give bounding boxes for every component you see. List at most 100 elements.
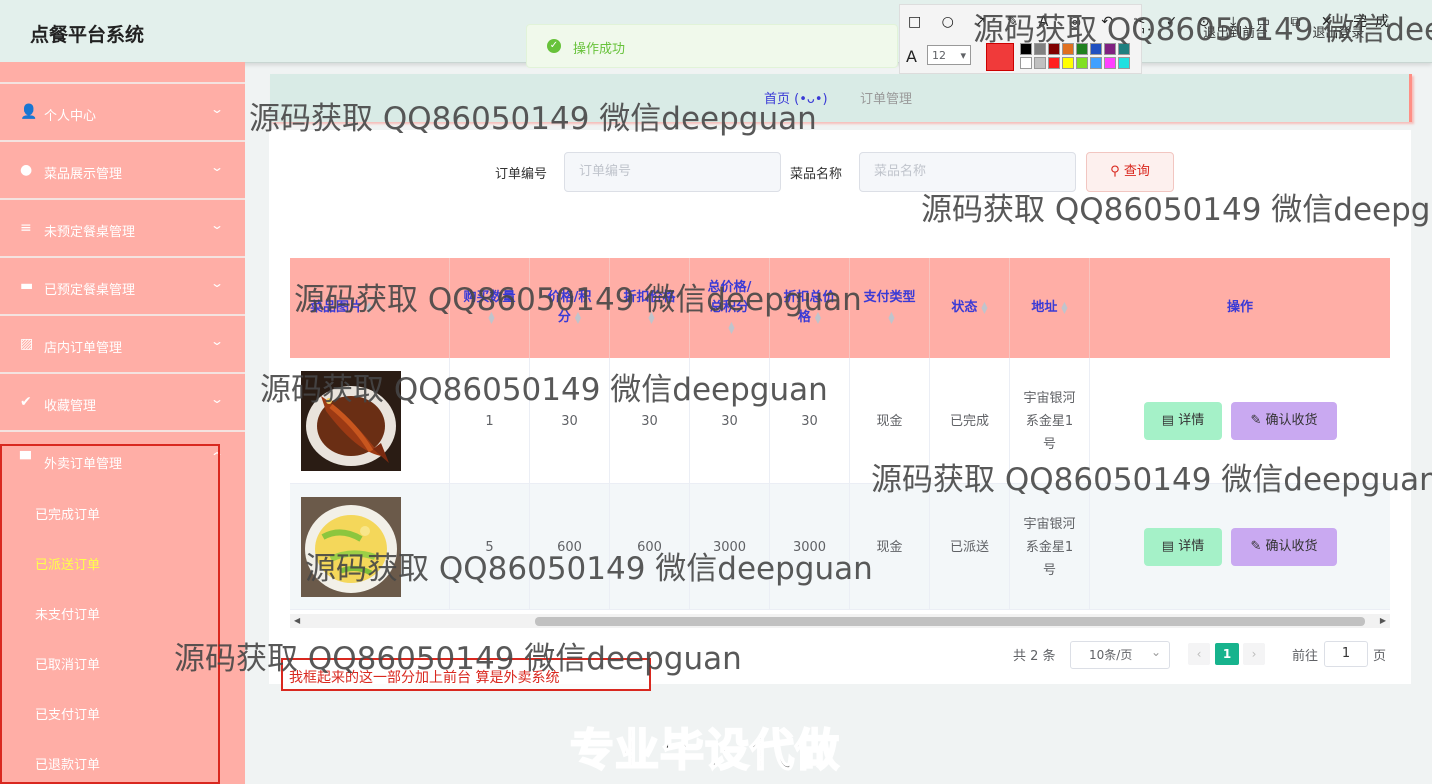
document-icon: ▤: [1161, 413, 1179, 428]
next-page-icon[interactable]: ›: [1243, 643, 1265, 665]
sort-icon: ▲ ▼: [488, 309, 495, 325]
edit-icon: ✎: [1250, 539, 1266, 554]
header-price[interactable]: 价格/积分 ▲ ▼: [530, 258, 610, 358]
dish-name-label: 菜品名称: [790, 167, 843, 182]
order-no-input[interactable]: 订单编号: [564, 152, 781, 192]
color-swatch[interactable]: [1104, 57, 1116, 69]
chevron-down-icon: ⌄: [209, 334, 225, 348]
header-quantity[interactable]: 购买数量 ▲ ▼: [450, 258, 530, 358]
status-cell: 已派送: [930, 484, 1010, 610]
sidebar-item-label: 菜品展示管理: [44, 167, 123, 182]
clipboard-check-icon: ✔: [20, 394, 32, 410]
order-no-label: 订单编号: [495, 167, 548, 182]
sidebar-item-label: 未预定餐桌管理: [44, 225, 136, 240]
edit-icon: ✎: [1250, 413, 1266, 428]
header-actions: 操作: [1226, 300, 1253, 315]
query-button[interactable]: ⚲ 查询: [1086, 152, 1174, 192]
page-number-current[interactable]: 1: [1215, 643, 1239, 665]
sort-icon: ▲ ▼: [888, 309, 895, 325]
color-swatch[interactable]: [1076, 57, 1088, 69]
sort-icon: ▲ ▼: [814, 309, 822, 325]
discount-cell: 30: [610, 358, 690, 484]
total-cell: 30: [690, 358, 770, 484]
goto-page-input[interactable]: 1: [1324, 641, 1368, 667]
detail-button[interactable]: ▤ 详情: [1144, 528, 1222, 566]
sidebar-item-dish-display[interactable]: ● 菜品展示管理 ⌄: [0, 142, 245, 200]
scroll-left-icon[interactable]: ◀: [294, 614, 300, 628]
sidebar-item-booked-tables[interactable]: ▬ 已预定餐桌管理 ⌄: [0, 258, 245, 316]
qty-cell: 5: [450, 484, 530, 610]
breadcrumb: 首页 (•ᴗ•) 订单管理: [270, 74, 1412, 122]
sidebar-item-instore-orders[interactable]: ▨ 店内订单管理 ⌄: [0, 316, 245, 374]
sort-icon: ▲ ▼: [981, 300, 988, 315]
app-title: 点餐平台系统: [30, 24, 145, 46]
header-pay-type[interactable]: 支付类型 ▲ ▼: [850, 258, 930, 358]
color-swatch[interactable]: [1034, 43, 1046, 55]
scroll-right-icon[interactable]: ▶: [1380, 614, 1386, 628]
sidebar-item-unbooked-tables[interactable]: ≡ 未预定餐桌管理 ⌄: [0, 200, 245, 258]
goto-label: 前往: [1292, 649, 1319, 664]
chevron-down-icon: ⌄: [209, 392, 225, 406]
table-row: 5 600 600 3000 3000 现金 已派送 宇宙银河系金星1号 ▤ 详…: [290, 484, 1390, 610]
color-swatch[interactable]: [1076, 43, 1088, 55]
actions-cell: ▤ 详情 ✎ 确认收货: [1090, 484, 1390, 610]
font-icon: A: [906, 47, 917, 66]
font-size-select[interactable]: 12: [927, 45, 971, 66]
breadcrumb-current: 订单管理: [860, 92, 913, 107]
query-button-label: 查询: [1123, 164, 1150, 179]
chevron-down-icon: ⌄: [209, 218, 225, 232]
current-color-swatch[interactable]: [986, 43, 1014, 71]
scrollbar-thumb[interactable]: [535, 617, 1365, 626]
color-swatch[interactable]: [1062, 43, 1074, 55]
header-status[interactable]: 状态 ▲ ▼: [930, 258, 1010, 358]
header-discount-total[interactable]: 折扣总价格 ▲ ▼: [770, 258, 850, 358]
color-swatch[interactable]: [1104, 43, 1116, 55]
discount-total-cell: 3000: [770, 484, 850, 610]
chevron-down-icon: ⌄: [209, 276, 225, 290]
color-swatch[interactable]: [1020, 43, 1032, 55]
sidebar-item-label: 已预定餐桌管理: [44, 283, 136, 298]
sort-icon: ▲ ▼: [366, 300, 373, 315]
color-swatch[interactable]: [1062, 57, 1074, 69]
chart-icon: ▨: [20, 336, 34, 352]
annotation-tool-icons[interactable]: □ ○ ↗ ✎ A ◎ ↶ ✂ ✓ ⊙ ⤓ ▭ ⧉ ✕ 完成: [908, 11, 1397, 31]
dish-image-fish: [301, 371, 401, 471]
toast-message: 操作成功: [573, 42, 626, 57]
page-size-select[interactable]: 10条/页: [1070, 639, 1170, 669]
color-swatch[interactable]: [1048, 57, 1060, 69]
discount-cell: 600: [610, 484, 690, 610]
sidebar-item-favorites[interactable]: ✔ 收藏管理 ⌄: [0, 374, 245, 432]
color-swatch[interactable]: [1048, 43, 1060, 55]
breadcrumb-home[interactable]: 首页 (•ᴗ•): [764, 88, 828, 107]
detail-button[interactable]: ▤ 详情: [1144, 402, 1222, 440]
color-swatch[interactable]: [1020, 57, 1032, 69]
header-dish-image[interactable]: 菜品图片 ▲ ▼: [290, 258, 450, 358]
annotation-toolbar: □ ○ ↗ ✎ A ◎ ↶ ✂ ✓ ⊙ ⤓ ▭ ⧉ ✕ 完成 A 12: [899, 4, 1389, 74]
actions-cell: ▤ 详情 ✎ 确认收货: [1090, 358, 1390, 484]
user-icon: 👤: [20, 104, 38, 120]
table-horizontal-scrollbar[interactable]: ◀ ▶: [290, 614, 1390, 628]
success-toast: ✓ 操作成功: [526, 24, 898, 68]
header-total[interactable]: 总价格/总积分 ▲ ▼: [690, 258, 770, 358]
table-header: 菜品图片 ▲ ▼ 购买数量 ▲ ▼ 价格/积分 ▲ ▼ 折扣价格 ▲ ▼ 总价格/总积分 ▲ ▼ 折…: [290, 258, 1390, 358]
total-cell: 3000: [690, 484, 770, 610]
color-swatch[interactable]: [1090, 43, 1102, 55]
header-discount-price[interactable]: 折扣价格 ▲ ▼: [610, 258, 690, 358]
sidebar-item-label: 收藏管理: [44, 399, 97, 414]
discount-total-cell: 30: [770, 358, 850, 484]
chevron-down-icon: ⌄: [209, 102, 225, 116]
document-icon: ▤: [1161, 539, 1179, 554]
confirm-receipt-button[interactable]: ✎ 确认收货: [1231, 528, 1337, 566]
color-swatch[interactable]: [1118, 43, 1130, 55]
sidebar-item-personal-center[interactable]: 👤 个人中心 ⌄: [0, 84, 245, 142]
color-swatch[interactable]: [1090, 57, 1102, 69]
prev-page-icon[interactable]: ‹: [1188, 643, 1210, 665]
confirm-receipt-button[interactable]: ✎ 确认收货: [1231, 402, 1337, 440]
slogan-text: 专业毕设代做: [569, 724, 840, 777]
dish-name-input[interactable]: 菜品名称: [859, 152, 1076, 192]
color-swatch[interactable]: [1118, 57, 1130, 69]
header-address[interactable]: 地址 ▲ ▼: [1010, 258, 1090, 358]
pagination-total: 共 2 条: [1013, 649, 1056, 664]
pay-type-cell: 现金: [850, 484, 930, 610]
color-swatch[interactable]: [1034, 57, 1046, 69]
